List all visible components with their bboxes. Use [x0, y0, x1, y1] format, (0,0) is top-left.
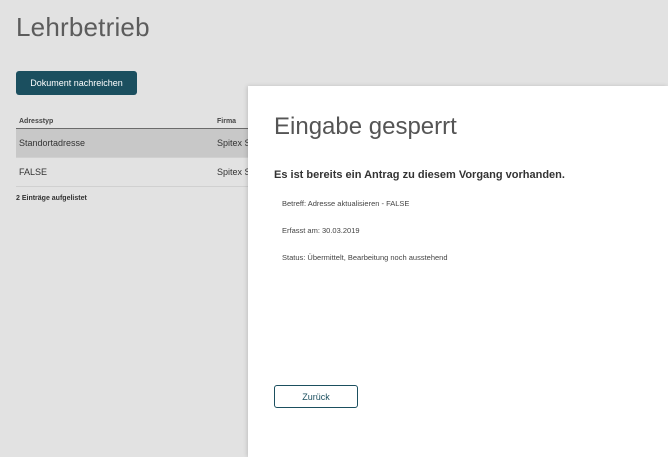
entry-count: 2 Einträge aufgelistet [16, 195, 87, 202]
cell-company: Spitex S [217, 167, 251, 177]
column-header-company[interactable]: Firma [217, 118, 236, 125]
back-button[interactable]: Zurück [274, 385, 358, 408]
dialog-status-line: Status: Übermittelt, Bearbeitung noch au… [282, 253, 448, 262]
page-title: Lehrbetrieb [16, 12, 150, 42]
cell-address-type: FALSE [19, 167, 48, 177]
dialog-subject-line: Betreff: Adresse aktualisieren - FALSE [282, 199, 410, 208]
dialog-date-line: Erfasst am: 30.03.2019 [282, 226, 360, 235]
column-header-address-type[interactable]: Adresstyp [19, 118, 53, 125]
dialog-title: Eingabe gesperrt [274, 113, 457, 140]
dialog-subtitle: Es ist bereits ein Antrag zu diesem Vorg… [274, 169, 565, 181]
cell-company: Spitex S [217, 138, 251, 148]
cell-address-type: Standortadresse [19, 138, 86, 148]
submit-document-button[interactable]: Dokument nachreichen [16, 71, 137, 95]
locked-input-dialog: Eingabe gesperrt Es ist bereits ein Antr… [248, 86, 668, 457]
page-background: Lehrbetrieb Dokument nachreichen Adresst… [0, 0, 668, 457]
